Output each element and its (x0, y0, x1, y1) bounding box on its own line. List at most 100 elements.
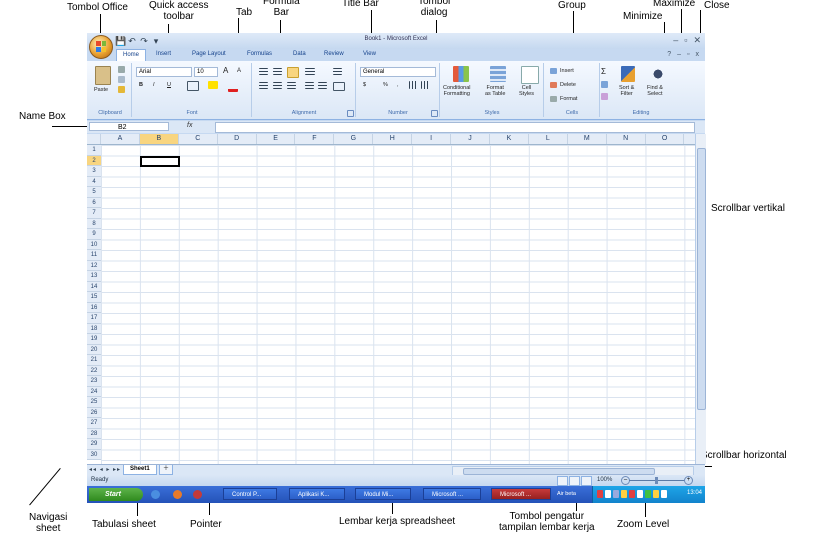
increase-decimal-icon[interactable] (409, 81, 417, 89)
merge-center-icon[interactable] (333, 82, 345, 91)
row-header-12[interactable]: 12 (87, 260, 101, 271)
row-header-2[interactable]: 2 (87, 155, 101, 166)
column-header-g[interactable]: G (334, 134, 374, 144)
row-header-25[interactable]: 25 (87, 397, 101, 408)
column-header-e[interactable]: E (257, 134, 296, 144)
tab-view[interactable]: View (363, 51, 376, 57)
row-header-13[interactable]: 13 (87, 271, 101, 282)
page-break-view-button[interactable] (581, 476, 592, 486)
fill-color-icon[interactable] (208, 81, 218, 89)
tray-language[interactable]: Air beta (557, 491, 576, 497)
number-format-select[interactable]: General (360, 67, 436, 77)
cell-styles-icon[interactable] (521, 66, 539, 84)
row-header-24[interactable]: 24 (87, 386, 101, 397)
alignment-dialog-launcher-icon[interactable] (347, 110, 354, 117)
autosum-button[interactable]: Σ (601, 67, 606, 76)
row-header-27[interactable]: 27 (87, 418, 101, 429)
conditional-formatting-button[interactable]: Conditional Formatting (443, 85, 471, 97)
row-header-4[interactable]: 4 (87, 176, 101, 187)
bold-button[interactable]: B (139, 82, 143, 88)
find-select-button[interactable]: Find & Select (647, 85, 663, 97)
align-left-icon[interactable] (259, 82, 268, 89)
row-header-11[interactable]: 11 (87, 250, 101, 261)
row-header-17[interactable]: 17 (87, 313, 101, 324)
tray-icon[interactable] (661, 490, 667, 498)
align-right-icon[interactable] (287, 82, 296, 89)
minimize-button[interactable]: – (673, 35, 678, 45)
zoom-knob[interactable] (655, 477, 658, 484)
quicklaunch-icon[interactable] (151, 490, 160, 499)
paste-button[interactable]: Paste (94, 87, 108, 93)
cell-grid[interactable] (101, 145, 695, 464)
sort-filter-icon[interactable] (621, 66, 635, 82)
decrease-indent-icon[interactable] (305, 82, 314, 89)
row-header-18[interactable]: 18 (87, 323, 101, 334)
font-name-select[interactable]: Arial (136, 67, 192, 77)
find-select-icon[interactable] (651, 66, 665, 82)
row-header-30[interactable]: 30 (87, 449, 101, 460)
wrap-text-icon[interactable] (333, 68, 342, 75)
cell-styles-button[interactable]: Cell Styles (519, 85, 534, 97)
column-header-k[interactable]: K (490, 134, 529, 144)
format-cells-button[interactable]: Format (560, 96, 577, 102)
zoom-slider[interactable]: – + (621, 476, 693, 485)
row-header-22[interactable]: 22 (87, 365, 101, 376)
normal-view-button[interactable] (557, 476, 568, 486)
row-header-23[interactable]: 23 (87, 376, 101, 387)
column-header-j[interactable]: J (451, 134, 490, 144)
tray-icon[interactable] (629, 490, 635, 498)
row-header-19[interactable]: 19 (87, 334, 101, 345)
fill-icon[interactable] (601, 81, 608, 88)
tab-review[interactable]: Review (324, 51, 344, 57)
help-icon[interactable]: ? (667, 51, 671, 58)
taskbar-item[interactable]: Aplikasi K... (289, 488, 345, 500)
column-header-f[interactable]: F (296, 134, 335, 144)
row-header-5[interactable]: 5 (87, 187, 101, 198)
active-cell[interactable] (139, 155, 180, 167)
insert-cells-button[interactable]: Insert (560, 68, 574, 74)
tab-insert[interactable]: Insert (156, 51, 171, 57)
column-header-m[interactable]: M (568, 134, 607, 144)
number-dialog-launcher-icon[interactable] (431, 110, 438, 117)
format-as-table-button[interactable]: Format as Table (485, 85, 505, 97)
tray-icon[interactable] (637, 490, 643, 498)
row-header-15[interactable]: 15 (87, 292, 101, 303)
font-color-icon[interactable] (228, 81, 238, 92)
column-header-l[interactable]: L (529, 134, 568, 144)
row-header-16[interactable]: 16 (87, 302, 101, 313)
paste-icon[interactable] (95, 66, 111, 85)
grow-font-button[interactable]: A (223, 66, 228, 75)
taskbar-item[interactable]: Microsoft ... (491, 488, 551, 500)
vertical-scrollbar[interactable] (695, 134, 706, 464)
fx-button[interactable]: fx (187, 122, 192, 129)
name-box[interactable]: B2 (89, 122, 169, 131)
percent-button[interactable]: % (383, 82, 388, 88)
sheet-navigation-buttons[interactable]: ◂◂ ◂ ▸ ▸▸ (89, 466, 121, 473)
sheet-tab[interactable]: Sheet1 (123, 465, 157, 475)
page-layout-view-button[interactable] (569, 476, 580, 486)
zoom-percent[interactable]: 100% (597, 477, 612, 483)
column-header-o[interactable]: O (646, 134, 685, 144)
copy-icon[interactable] (118, 76, 125, 83)
delete-cells-button[interactable]: Delete (560, 82, 576, 88)
align-top-icon[interactable] (259, 68, 268, 75)
vertical-scrollbar-thumb[interactable] (697, 148, 706, 410)
insert-sheet-icon[interactable]: ＋ (159, 465, 173, 475)
row-header-10[interactable]: 10 (87, 239, 101, 250)
row-header-8[interactable]: 8 (87, 218, 101, 229)
tab-page-layout[interactable]: Page Layout (192, 51, 226, 57)
tray-icon[interactable] (613, 490, 619, 498)
row-header-9[interactable]: 9 (87, 229, 101, 240)
column-header-c[interactable]: C (179, 134, 218, 144)
row-header-21[interactable]: 21 (87, 355, 101, 366)
format-painter-icon[interactable] (118, 86, 125, 93)
row-header-7[interactable]: 7 (87, 208, 101, 219)
borders-icon[interactable] (187, 81, 199, 91)
column-header-d[interactable]: D (218, 134, 257, 144)
column-header-h[interactable]: H (373, 134, 413, 144)
row-header-6[interactable]: 6 (87, 197, 101, 208)
font-size-select[interactable]: 10 (194, 67, 218, 77)
tray-icon[interactable] (645, 490, 651, 498)
workbook-close-button[interactable]: x (696, 51, 700, 58)
tray-icon[interactable] (621, 490, 627, 498)
